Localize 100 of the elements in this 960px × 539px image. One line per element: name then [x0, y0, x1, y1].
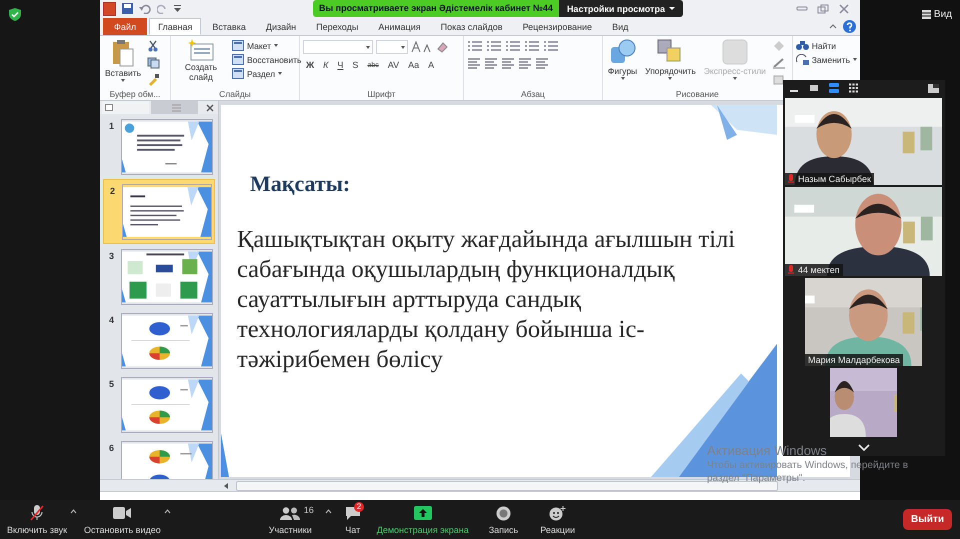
list-icon[interactable]	[504, 40, 521, 52]
new-slide-icon	[188, 39, 214, 61]
align-icon[interactable]	[500, 58, 515, 70]
scissors-icon[interactable]	[147, 40, 160, 52]
toolbar-button[interactable]: Реакции	[537, 504, 578, 534]
ribbon-menu-button[interactable]: Макет	[232, 40, 302, 51]
align-icon[interactable]	[518, 58, 532, 70]
toolbar-button[interactable]: Включить звук	[4, 504, 70, 534]
paste-button[interactable]: Вставить	[103, 38, 144, 89]
align-icon[interactable]	[534, 58, 549, 70]
people-icon	[280, 506, 300, 520]
font-name-field[interactable]	[302, 40, 373, 54]
effects-icon[interactable]	[772, 74, 786, 86]
slides-tab[interactable]	[102, 101, 149, 114]
toolbar-button[interactable]: Демонстрация экрана	[374, 504, 472, 534]
ribbon-tab[interactable]: Анимация	[369, 18, 430, 35]
grid-icon[interactable]	[849, 83, 859, 93]
caret-icon	[668, 77, 672, 80]
undo-icon[interactable]	[139, 4, 151, 14]
format-button[interactable]: Ж	[302, 60, 318, 70]
thumbnail-view-icon[interactable]	[809, 84, 819, 92]
outline-icon[interactable]	[772, 57, 786, 69]
toolbar-button[interactable]: 2 Чат	[342, 504, 364, 534]
copy-icon[interactable]	[147, 57, 162, 69]
muted-mic-icon	[788, 174, 794, 184]
slide-list-item[interactable]: 5	[103, 373, 215, 436]
brush-icon[interactable]	[147, 74, 160, 86]
ribbon-tab[interactable]: Рецензирование	[514, 18, 602, 35]
ribbon-tab[interactable]: Переходы	[307, 18, 368, 35]
group-label: Слайды	[218, 89, 252, 100]
record-icon	[496, 506, 511, 520]
close-icon[interactable]	[838, 4, 850, 14]
toolbar-button[interactable]: Остановить видео	[81, 504, 164, 534]
slide-list-item[interactable]: 4	[103, 309, 215, 372]
restore-icon[interactable]	[817, 4, 829, 14]
ribbon-button[interactable]: Упорядочить	[643, 38, 698, 89]
slide-title: Мақсаты:	[250, 171, 350, 197]
grow-font-icon[interactable]	[410, 41, 433, 53]
list-icon[interactable]	[524, 40, 540, 52]
align-icon[interactable]	[484, 58, 498, 70]
list-icon[interactable]	[486, 40, 502, 52]
close-icon[interactable]	[206, 104, 214, 112]
slide-list-item[interactable]: 2	[103, 179, 215, 244]
slide-number: 1	[109, 120, 115, 131]
format-button[interactable]: К	[320, 60, 332, 70]
font-size-field[interactable]	[376, 40, 408, 54]
list-icon[interactable]	[466, 40, 483, 52]
ribbon-menu-button[interactable]: Восстановить	[232, 54, 302, 65]
caret-icon[interactable]	[324, 508, 332, 514]
slide-number: 5	[109, 378, 115, 389]
view-button[interactable]: Вид	[922, 9, 952, 20]
clipboard-icon	[112, 39, 134, 67]
slide-number: 4	[109, 314, 115, 325]
align-icon[interactable]	[466, 58, 481, 70]
ribbon-tab[interactable]: Файл	[103, 18, 148, 35]
caret-icon	[620, 77, 625, 80]
share-screen-icon	[414, 506, 432, 520]
group-label: Буфер обм...	[108, 89, 162, 100]
ribbon-tab[interactable]: Вид	[603, 18, 638, 35]
caret-icon[interactable]	[829, 23, 837, 29]
unread-badge: 2	[354, 502, 364, 512]
customize-icon[interactable]	[174, 4, 181, 12]
format-button[interactable]: Ч	[334, 60, 346, 70]
ribbon-tab[interactable]: Дизайн	[256, 18, 306, 35]
eraser-icon[interactable]	[436, 41, 448, 53]
leave-button[interactable]: Выйти	[903, 509, 952, 530]
slide-list-item[interactable]: 1	[103, 115, 215, 178]
ribbon-menu-button[interactable]: Найти	[796, 40, 857, 51]
chevron-down-icon[interactable]	[858, 444, 870, 451]
ribbon-tab[interactable]: Вставка	[203, 18, 255, 35]
exit-fullscreen-icon[interactable]	[928, 84, 939, 92]
binoculars-icon	[796, 40, 809, 51]
slide-list-item[interactable]: 3	[103, 245, 215, 308]
caret-icon[interactable]	[164, 508, 171, 514]
caret-icon	[274, 44, 278, 47]
participant-name: Назым Сабырбек	[785, 173, 874, 185]
view-options-button[interactable]: Настройки просмотра	[558, 0, 683, 17]
format-button[interactable]: A	[425, 60, 438, 70]
caret-icon	[121, 79, 126, 82]
caret-icon[interactable]	[70, 508, 78, 514]
group-label: Рисование	[674, 89, 720, 100]
save-icon[interactable]	[122, 3, 133, 14]
quick-styles-icon	[722, 39, 748, 65]
list-icon[interactable]	[542, 40, 559, 52]
help-icon[interactable]	[843, 20, 856, 32]
ribbon-button[interactable]: Фигуры	[606, 38, 640, 89]
ribbon-tab[interactable]: Показ слайдов	[432, 18, 512, 35]
slide-list-item[interactable]: 6	[103, 437, 215, 479]
ribbon-tab[interactable]: Главная	[149, 18, 202, 35]
format-button[interactable]: S	[349, 60, 362, 70]
toolbar-button[interactable]: Запись	[486, 504, 522, 534]
muted-mic-icon	[788, 265, 794, 275]
caret-icon	[400, 46, 405, 48]
ribbon-menu-button[interactable]: Раздел	[232, 68, 302, 79]
format-button[interactable]: AV	[384, 60, 402, 70]
caret-icon	[278, 72, 282, 75]
format-button[interactable]: Aa	[405, 60, 422, 70]
speaker-view-icon[interactable]	[829, 83, 839, 93]
new-slide-button[interactable]: Создать слайд	[174, 38, 228, 89]
ribbon-menu-button[interactable]: Заменить	[796, 54, 857, 65]
